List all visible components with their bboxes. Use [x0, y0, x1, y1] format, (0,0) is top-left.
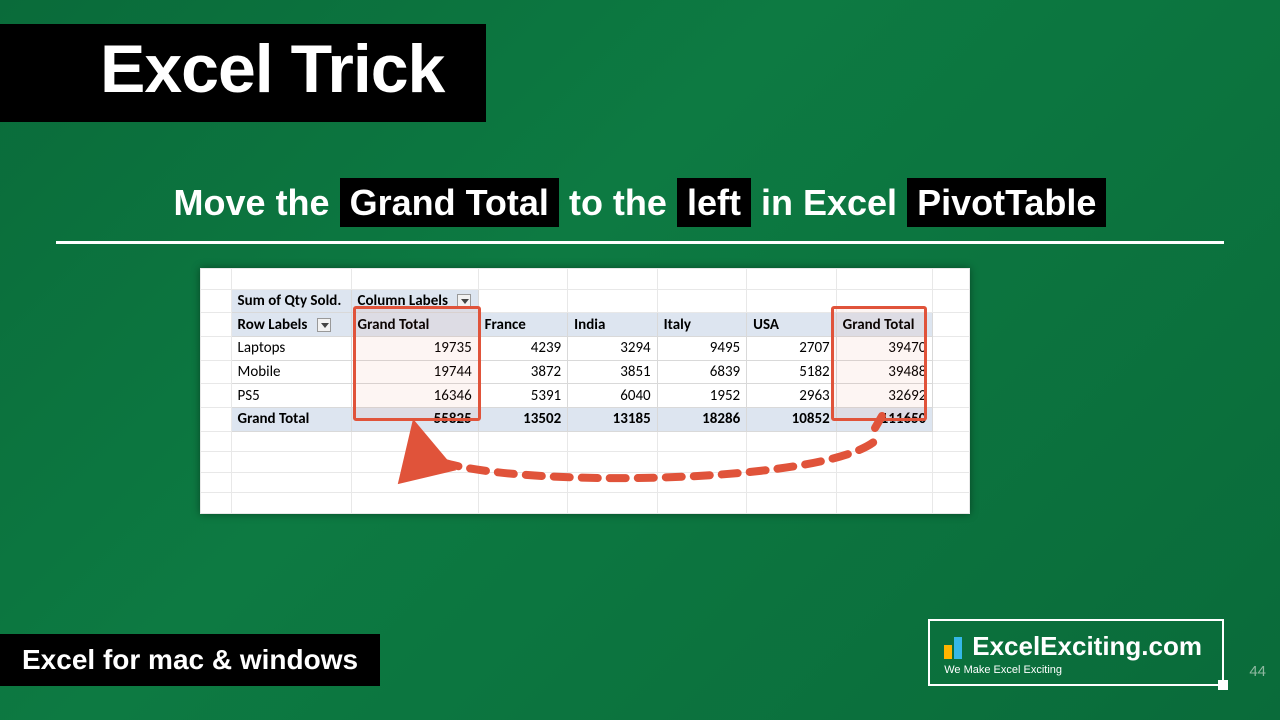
col-header-italy: Italy — [657, 313, 747, 337]
cell: 55825 — [351, 407, 478, 431]
pivot-table: Sum of Qty Sold. Column Labels Row Label… — [200, 268, 970, 514]
cell: 6839 — [657, 360, 747, 384]
cell: 3294 — [568, 336, 658, 360]
cell: 16346 — [351, 384, 478, 408]
row-labels-text: Row Labels — [238, 316, 308, 334]
cell: 5182 — [747, 360, 837, 384]
row-label-grand-total: Grand Total — [231, 407, 351, 431]
cell: 10852 — [747, 407, 837, 431]
measure-label: Sum of Qty Sold. — [231, 289, 351, 313]
subtitle-highlight-2: left — [677, 178, 751, 227]
cell: 2963 — [747, 384, 837, 408]
subtitle-highlight-3: PivotTable — [907, 178, 1106, 227]
cell: 13502 — [478, 407, 568, 431]
cell: 3851 — [568, 360, 658, 384]
row-label: Mobile — [231, 360, 351, 384]
cell: 2707 — [747, 336, 837, 360]
subtitle-highlight-1: Grand Total — [340, 178, 559, 227]
brand-logo-icon — [944, 635, 962, 659]
page-title: Excel Trick — [0, 24, 486, 122]
brand-tagline: We Make Excel Exciting — [944, 664, 1202, 676]
table-row: Mobile 19744 3872 3851 6839 5182 39488 — [201, 360, 970, 384]
table-row: PS5 16346 5391 6040 1952 2963 32692 — [201, 384, 970, 408]
cell: 6040 — [568, 384, 658, 408]
col-header-grand-total-left: Grand Total — [351, 313, 478, 337]
table-row: Laptops 19735 4239 3294 9495 2707 39470 — [201, 336, 970, 360]
row-labels-header[interactable]: Row Labels — [231, 313, 351, 337]
pivot-table-screenshot: Sum of Qty Sold. Column Labels Row Label… — [200, 268, 970, 514]
column-labels-text: Column Labels — [358, 292, 448, 310]
chevron-down-icon[interactable] — [457, 294, 471, 308]
grand-total-row: Grand Total 55825 13502 13185 18286 1085… — [201, 407, 970, 431]
cell: 19735 — [351, 336, 478, 360]
subtitle-text-3: in Excel — [761, 182, 897, 223]
cell: 1952 — [657, 384, 747, 408]
col-header-india: India — [568, 313, 658, 337]
cell: 3872 — [478, 360, 568, 384]
cell: 111650 — [836, 407, 933, 431]
subtitle-line: Move the Grand Total to the left in Exce… — [56, 178, 1224, 227]
col-header-usa: USA — [747, 313, 837, 337]
row-label: PS5 — [231, 384, 351, 408]
subtitle-text-2: to the — [569, 182, 667, 223]
subtitle-text-1: Move the — [174, 182, 330, 223]
column-labels-header[interactable]: Column Labels — [351, 289, 478, 313]
cell: 32692 — [836, 384, 933, 408]
col-header-france: France — [478, 313, 568, 337]
cell: 4239 — [478, 336, 568, 360]
col-header-grand-total-right: Grand Total — [836, 313, 933, 337]
subtitle: Move the Grand Total to the left in Exce… — [56, 178, 1224, 244]
cell: 5391 — [478, 384, 568, 408]
chevron-down-icon[interactable] — [317, 318, 331, 332]
brand-box: ExcelExciting.com We Make Excel Exciting — [928, 619, 1224, 686]
cell: 9495 — [657, 336, 747, 360]
cell: 39488 — [836, 360, 933, 384]
cell: 13185 — [568, 407, 658, 431]
brand-corner-accent — [1218, 680, 1228, 690]
divider — [56, 241, 1224, 244]
brand-name: ExcelExciting.com — [972, 631, 1202, 662]
row-label: Laptops — [231, 336, 351, 360]
cell: 18286 — [657, 407, 747, 431]
footnote-platform: Excel for mac & windows — [0, 634, 380, 686]
cell: 19744 — [351, 360, 478, 384]
page-number: 44 — [1249, 663, 1266, 680]
cell: 39470 — [836, 336, 933, 360]
